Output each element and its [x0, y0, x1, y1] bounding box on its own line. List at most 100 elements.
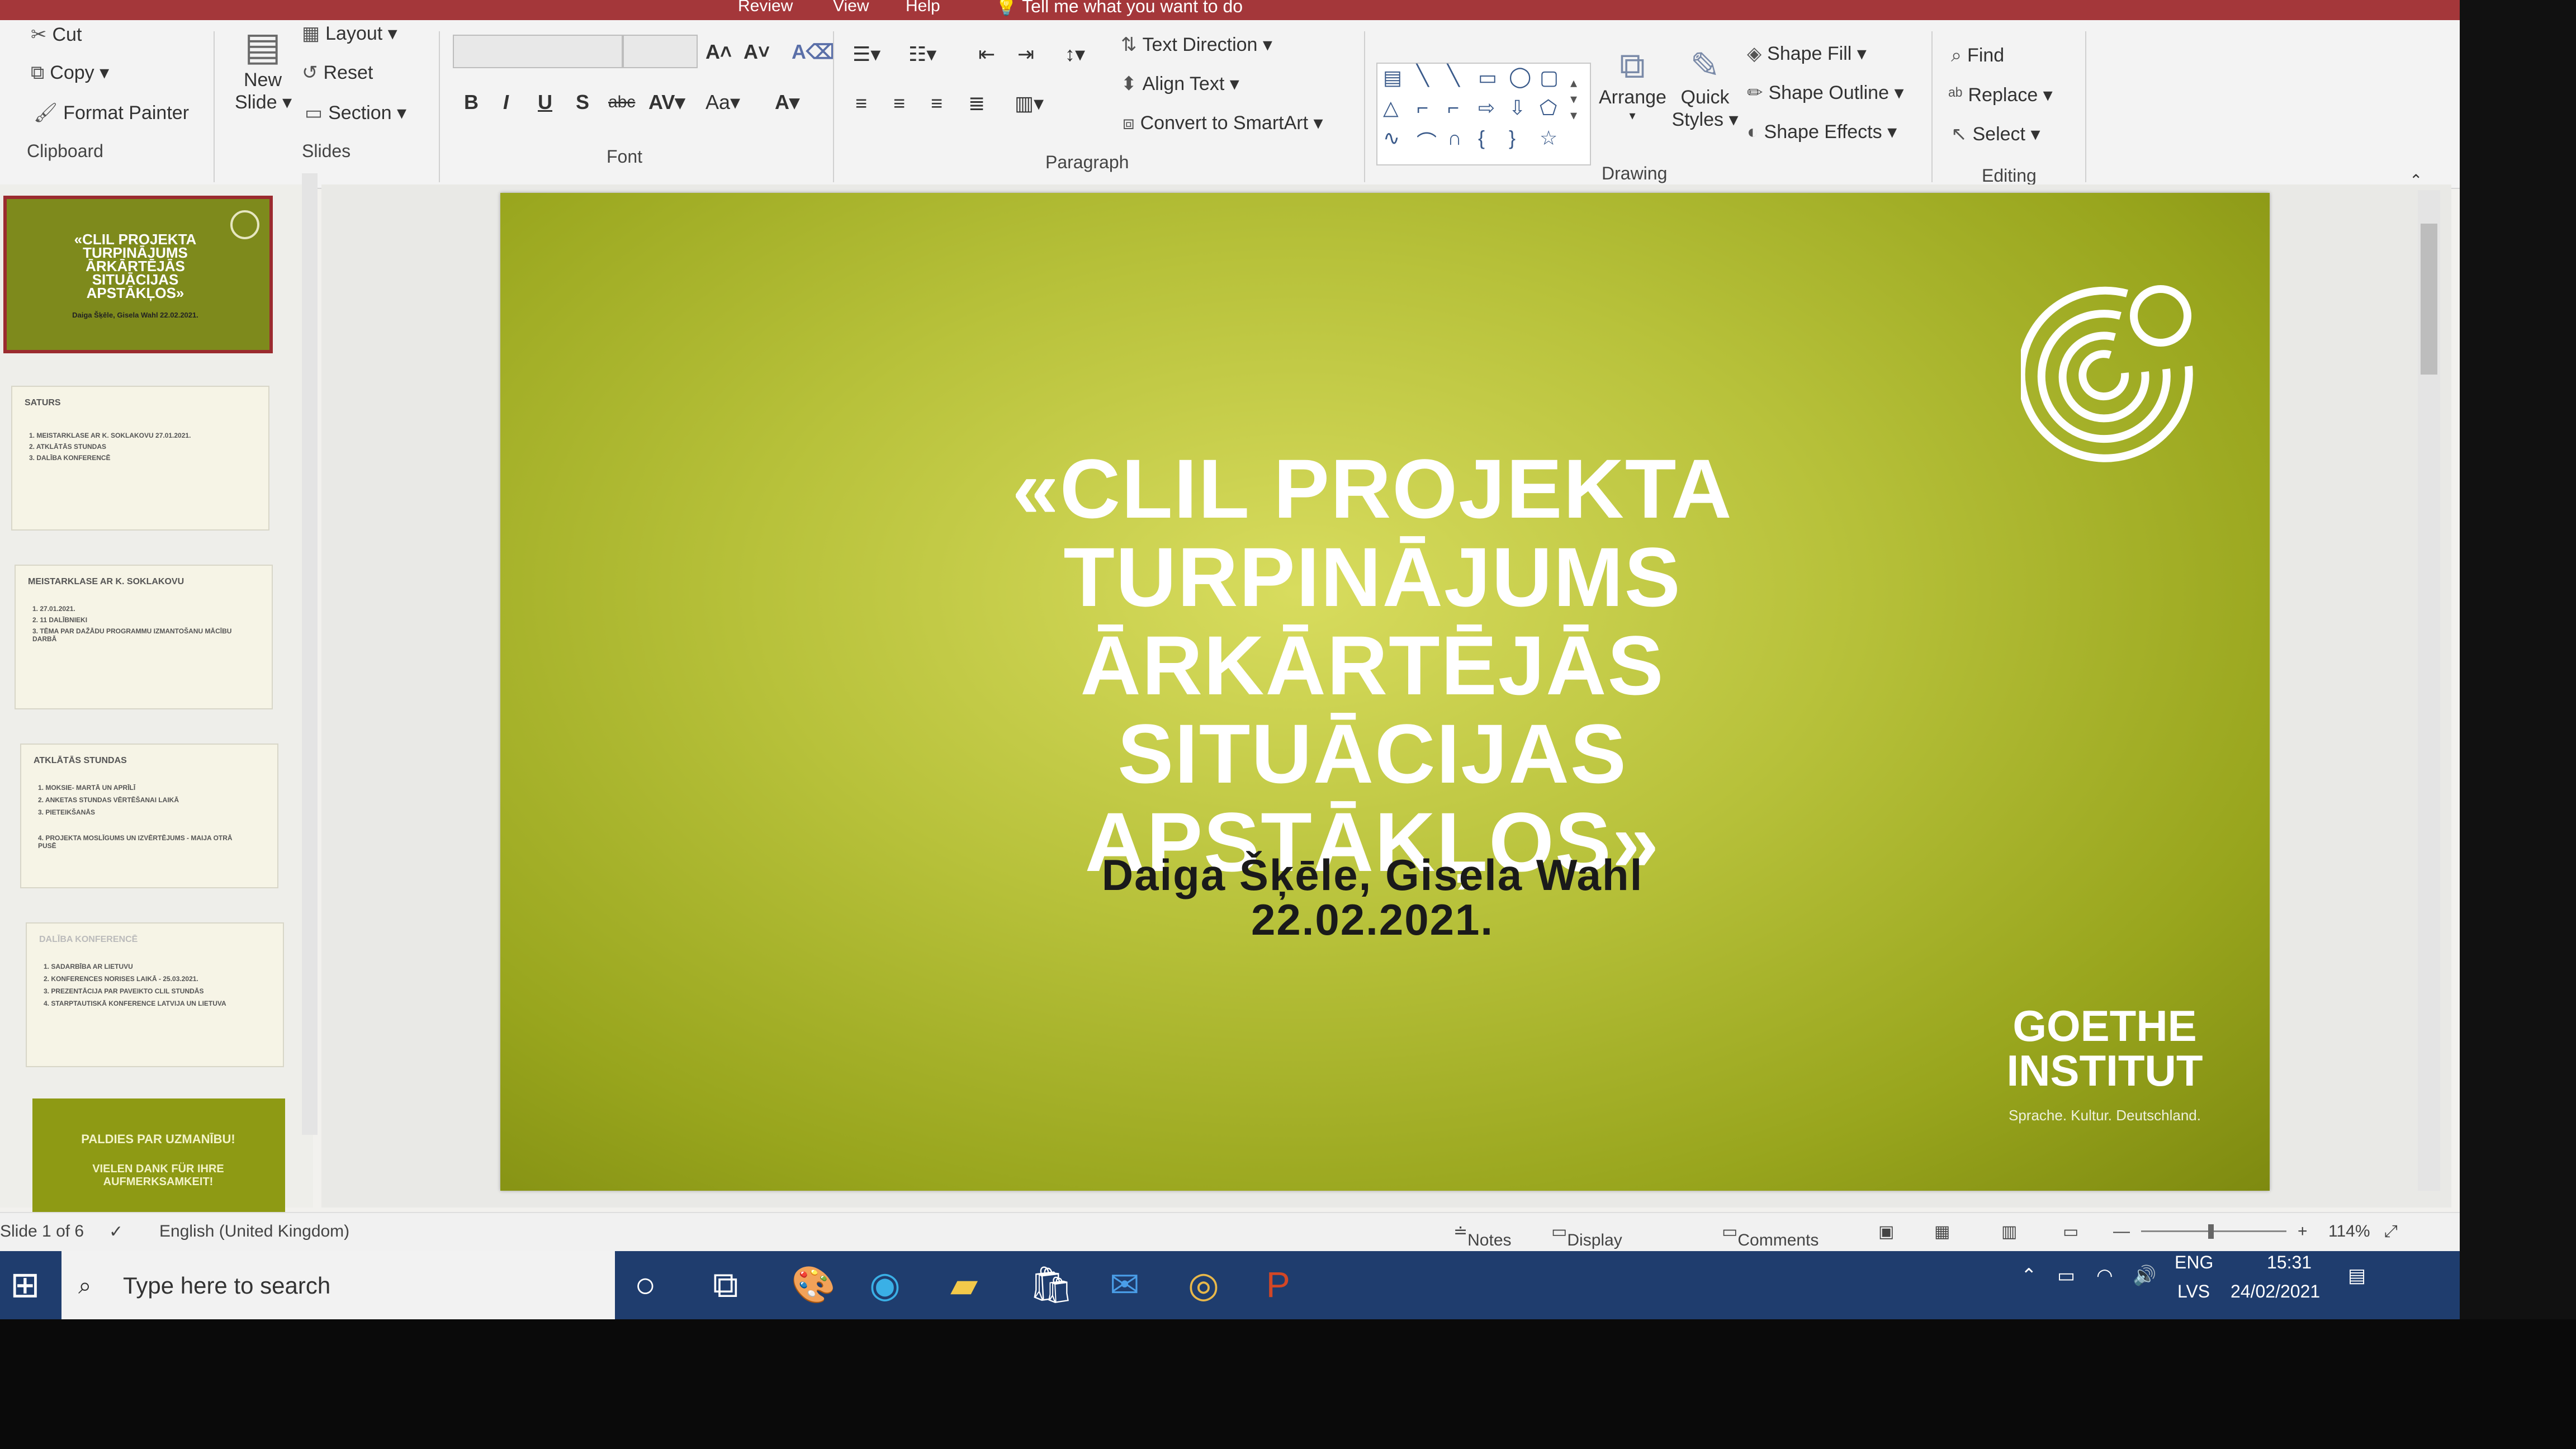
edge-browser-icon[interactable]: ◉ [869, 1262, 901, 1307]
task-view-icon[interactable]: ⧉ [713, 1262, 738, 1307]
connector-shape-icon[interactable]: ⌐ [1417, 96, 1428, 120]
layout-button[interactable]: ▦ Layout ▾ [302, 22, 397, 45]
fit-slide-icon[interactable]: ⤢ [2384, 1222, 2398, 1241]
clear-formatting-icon[interactable]: A⌫ [792, 40, 835, 64]
spellcheck-icon[interactable]: ✓ [109, 1222, 123, 1242]
align-text-button[interactable]: ⬍ Align Text ▾ [1121, 73, 1239, 95]
slide-thumbnail-2[interactable]: SATURS 1. MEISTARKLASE AR K. SOKLAKOVU 2… [11, 386, 269, 531]
font-family-combo[interactable] [453, 35, 623, 68]
zoom-in-icon[interactable]: + [2298, 1222, 2308, 1241]
tab-view[interactable]: View [833, 0, 869, 16]
slide-thumbnail-3[interactable]: MEISTARKLASE AR K. SOKLAKOVU 1. 27.01.20… [15, 565, 273, 709]
slide-sorter-icon[interactable]: ▦ [1934, 1222, 1950, 1242]
quick-styles-button[interactable]: ✎ Quick Styles ▾ [1671, 45, 1739, 131]
slide-thumbnail-4[interactable]: ATKLĀTĀS STUNDAS 1. MOKSIE- MARTĀ UN APR… [20, 744, 278, 888]
shapes-gallery[interactable]: ▤ ╲ ╲ ▭ ◯ ▢ △ ⌐ ⌐ ⇨ ⇩ ⬠ ∿ ⌒ ∩ { } ☆ ▴ ▾ ▾ [1376, 63, 1591, 165]
font-color-icon[interactable]: A▾ [775, 91, 799, 114]
italic-icon[interactable]: I [503, 91, 509, 114]
slide-subtitle[interactable]: Daiga Šķēle, Gisela Wahl 22.02.2021. [953, 853, 1792, 942]
slide-title[interactable]: «CLIL PROJEKTA TURPINĀJUMS ĀRKĀRTĒJĀS SI… [813, 444, 1931, 886]
cut-button[interactable]: ✂ Cut [31, 23, 82, 46]
slide-1[interactable]: «CLIL PROJEKTA TURPINĀJUMS ĀRKĀRTĒJĀS SI… [500, 193, 2270, 1191]
replace-button[interactable]: ᵃᵇ Replace ▾ [1948, 84, 2053, 106]
clock-date[interactable]: 24/02/2021 [2231, 1281, 2320, 1302]
store-icon[interactable]: 🛍 [1029, 1262, 1074, 1307]
increase-font-icon[interactable]: A˄ [705, 40, 732, 64]
star-shape-icon[interactable]: ☆ [1540, 126, 1557, 150]
keyboard-lang-1[interactable]: ENG [2175, 1252, 2213, 1273]
zoom-slider-thumb[interactable] [2208, 1224, 2214, 1239]
slide-thumbnail-5[interactable]: DALĪBA KONFERENCĒ 1. SADARBĪBA AR LIETUV… [26, 922, 284, 1067]
taskbar-search-box[interactable]: ⌕ Type here to search [61, 1251, 615, 1319]
connector-shape-icon[interactable]: ⌐ [1447, 96, 1459, 120]
zoom-level[interactable]: 114% [2328, 1222, 2370, 1241]
format-painter-button[interactable]: 🖌 Format Painter [34, 102, 189, 124]
arc-shape-icon[interactable]: ⌒ [1417, 126, 1437, 155]
file-explorer-icon[interactable]: ▰ [950, 1262, 978, 1307]
comments-button[interactable]: ▭ Comments [1722, 1222, 1819, 1249]
oval-shape-icon[interactable]: ◯ [1509, 65, 1531, 88]
numbering-icon[interactable]: ☷▾ [908, 42, 936, 66]
textbox-shape-icon[interactable]: ▤ [1383, 66, 1402, 89]
reset-button[interactable]: ↺ Reset [302, 61, 373, 84]
wifi-icon[interactable]: ◠ [2096, 1265, 2113, 1287]
convert-smartart-button[interactable]: ⧈ Convert to SmartArt ▾ [1123, 112, 1323, 134]
shape-effects-button[interactable]: ◐ Shape Effects ▾ [1747, 121, 1897, 143]
reading-view-icon[interactable]: ▥ [2001, 1222, 2017, 1242]
slide-thumbnail-1[interactable]: «CLIL PROJEKTA TURPINĀJUMS ĀRKĀRTĒJĀS SI… [3, 196, 273, 353]
line-spacing-icon[interactable]: ↕▾ [1065, 42, 1085, 66]
clock-time[interactable]: 15:31 [2267, 1252, 2312, 1273]
paint-app-icon[interactable]: 🎨 [791, 1262, 836, 1307]
chrome-icon[interactable]: ◎ [1188, 1262, 1219, 1307]
increase-indent-icon[interactable]: ⇥ [1017, 42, 1034, 66]
notifications-icon[interactable]: ▤ [2348, 1265, 2366, 1287]
change-case-icon[interactable]: Aa▾ [705, 91, 740, 114]
curve-shape-icon[interactable]: ∩ [1447, 126, 1462, 150]
tab-help[interactable]: Help [906, 0, 940, 16]
gallery-more-icon[interactable]: ▴ ▾ ▾ [1570, 75, 1577, 124]
section-button[interactable]: ▭ Section ▾ [305, 102, 406, 124]
notes-button[interactable]: ≐ Notes [1453, 1222, 1512, 1249]
select-button[interactable]: ↖ Select ▾ [1951, 123, 2040, 145]
normal-view-icon[interactable]: ▣ [1878, 1222, 1894, 1242]
zoom-slider[interactable] [2141, 1230, 2286, 1232]
brace-shape-icon[interactable]: { [1478, 126, 1485, 150]
language-indicator[interactable]: English (United Kingdom) [159, 1222, 349, 1241]
volume-icon[interactable]: 🔊 [2133, 1265, 2156, 1287]
scrollbar-thumb[interactable] [2421, 224, 2437, 375]
powerpoint-icon[interactable]: P [1266, 1262, 1290, 1307]
text-direction-button[interactable]: ⇅ Text Direction ▾ [1121, 34, 1272, 56]
arrow-down-shape-icon[interactable]: ⇩ [1509, 96, 1526, 120]
line-shape-icon[interactable]: ╲ [1447, 64, 1460, 87]
arrow-right-shape-icon[interactable]: ⇨ [1478, 96, 1495, 120]
bold-icon[interactable]: B [464, 91, 479, 114]
tray-overflow-icon[interactable]: ⌃ [2021, 1265, 2037, 1287]
shadow-icon[interactable]: S [576, 91, 589, 114]
font-size-combo[interactable] [623, 35, 698, 68]
line-shape-icon[interactable]: ╲ [1417, 64, 1429, 87]
rounded-rect-shape-icon[interactable]: ▢ [1540, 66, 1559, 89]
shape-fill-button[interactable]: ◈ Shape Fill ▾ [1747, 42, 1867, 65]
decrease-font-icon[interactable]: A˅ [744, 40, 770, 64]
freeform-shape-icon[interactable]: ⬠ [1540, 96, 1557, 120]
find-button[interactable]: ⌕ Find [1951, 45, 2004, 67]
arrange-button[interactable]: ⧉ Arrange ▾ [1599, 45, 1666, 123]
strikethrough-icon[interactable]: abc [608, 93, 635, 112]
rectangle-shape-icon[interactable]: ▭ [1478, 66, 1497, 89]
mail-icon[interactable]: ✉ [1110, 1262, 1140, 1307]
new-slide-button[interactable]: ▤ New Slide ▾ [235, 23, 292, 113]
display-settings-button[interactable]: ▭ Display Settings [1551, 1222, 1628, 1268]
zoom-out-icon[interactable]: — [2113, 1222, 2130, 1241]
triangle-shape-icon[interactable]: △ [1383, 96, 1399, 120]
thumbnail-scrollbar[interactable] [302, 173, 318, 1135]
keyboard-lang-2[interactable]: LVS [2177, 1281, 2210, 1302]
align-center-icon[interactable]: ≡ [893, 92, 905, 115]
windows-start-icon[interactable]: ⊞ [10, 1262, 40, 1307]
char-spacing-icon[interactable]: AV▾ [648, 91, 685, 114]
tab-review[interactable]: Review [738, 0, 793, 16]
justify-icon[interactable]: ≣ [968, 92, 985, 115]
curve-shape-icon[interactable]: ∿ [1383, 126, 1400, 150]
columns-icon[interactable]: ▥▾ [1015, 92, 1044, 115]
tell-me-search[interactable]: 💡 Tell me what you want to do [995, 0, 1243, 17]
underline-icon[interactable]: U [538, 91, 552, 114]
